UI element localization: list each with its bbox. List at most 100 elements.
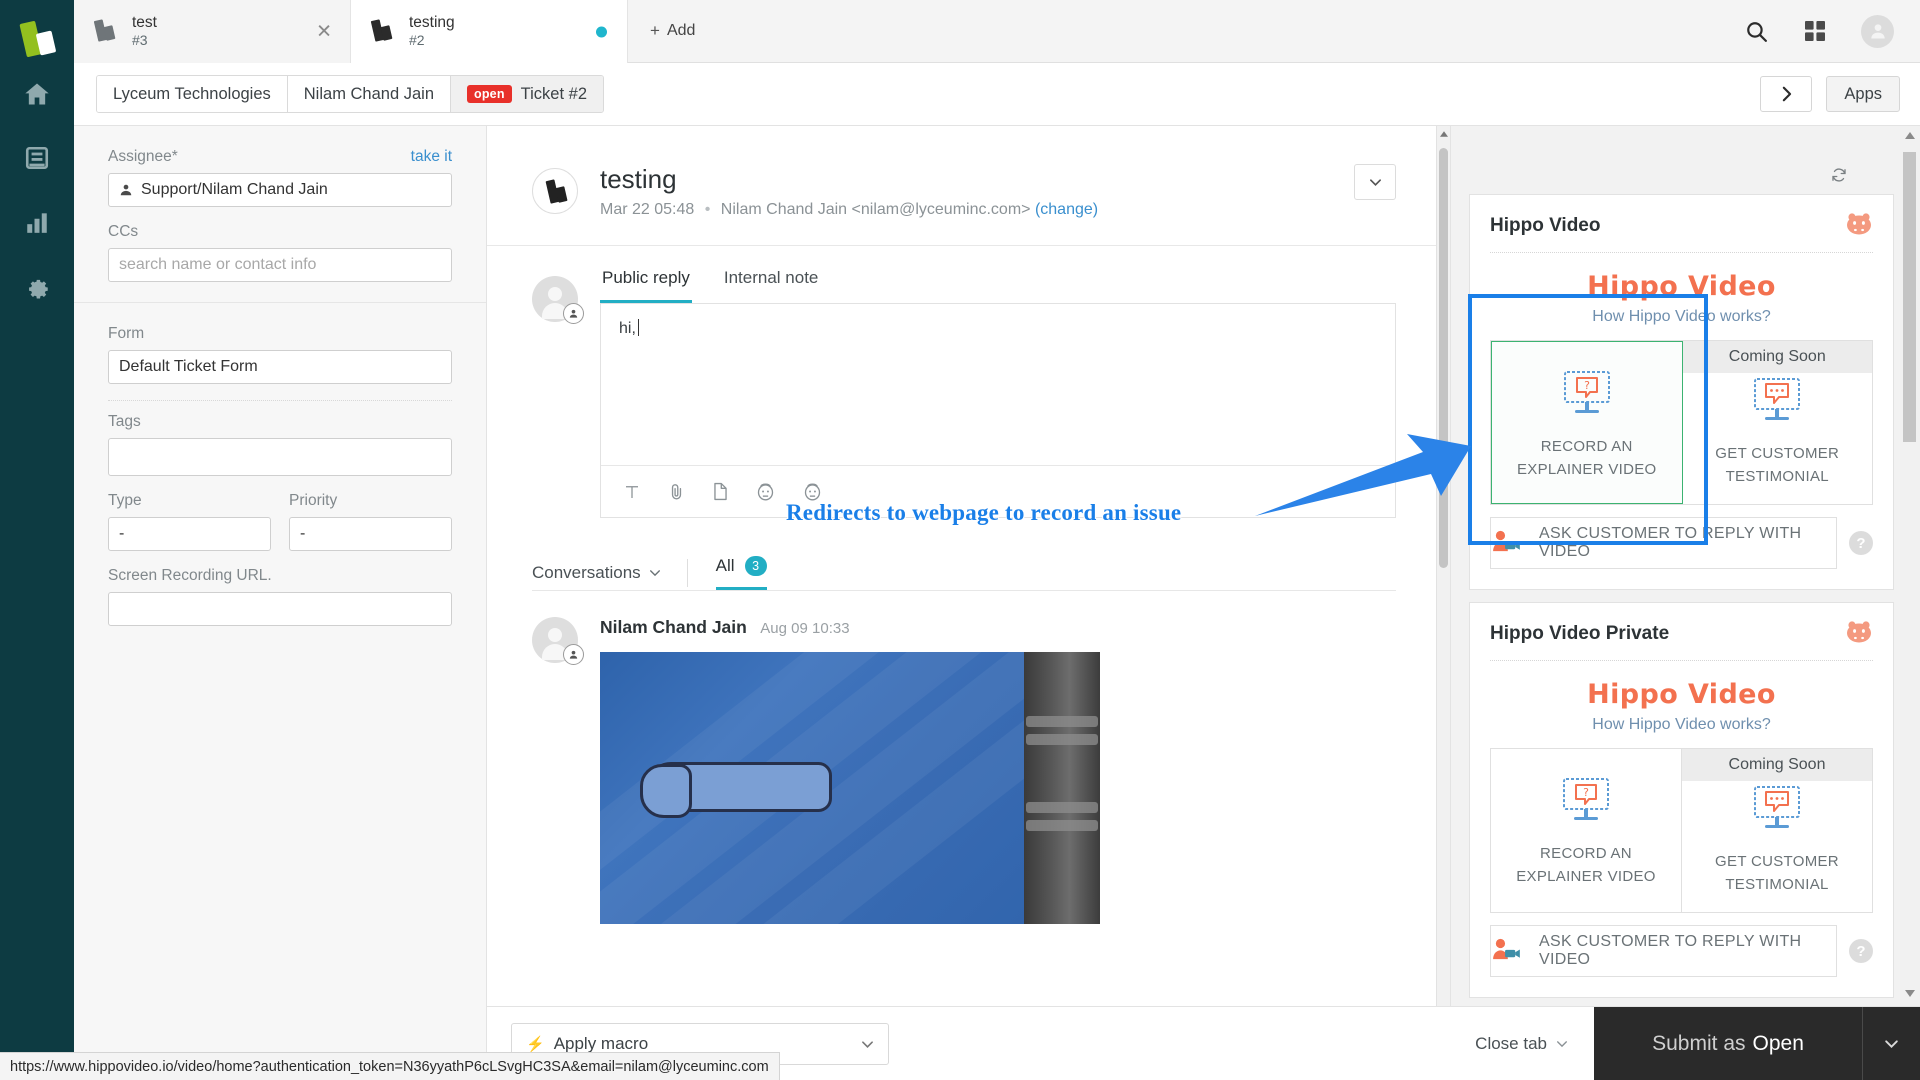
scroll-down-icon[interactable]	[1900, 984, 1920, 1002]
text-caret	[638, 319, 639, 336]
apply-macro-label: Apply macro	[554, 1034, 648, 1054]
rail-item-home[interactable]	[0, 64, 74, 128]
add-tab-button[interactable]: + Add	[628, 0, 717, 62]
assignee-value: Support/Nilam Chand Jain	[141, 181, 328, 199]
grid-icon[interactable]	[1803, 19, 1827, 43]
ticket-meta: Mar 22 05:48 • Nilam Chand Jain <nilam@l…	[600, 201, 1098, 219]
hippo-video-icon[interactable]	[755, 481, 776, 502]
text-format-icon[interactable]	[623, 483, 641, 501]
apps-list: Hippo Video Hippo Video How Hippo Video …	[1469, 160, 1894, 1006]
tile-get-customer-testimonial[interactable]: Coming Soon GET CUSTOMER TESTIMONIA	[1682, 749, 1872, 912]
message-timestamp: Aug 09 10:33	[760, 620, 849, 637]
ticket-icon	[369, 17, 399, 47]
close-tab-label: Close tab	[1475, 1034, 1547, 1054]
tab-testing[interactable]: testing #2	[351, 0, 628, 63]
browser-status-url: https://www.hippovideo.io/video/home?aut…	[0, 1052, 780, 1080]
bottom-bar-actions: Close tab Submit as Open	[1475, 1007, 1920, 1080]
rail-item-tickets[interactable]	[0, 128, 74, 192]
insert-file-icon[interactable]	[712, 482, 729, 501]
type-select[interactable]: -	[108, 517, 271, 551]
app-action-tiles: ? RECORD AN EXPLAINER VIDEO Coming Soon	[1490, 340, 1873, 505]
ticket-avatar-icon	[532, 168, 578, 214]
tab-all-conversations[interactable]: All 3	[716, 556, 767, 590]
chevron-down-icon	[1369, 178, 1382, 187]
tab-test[interactable]: test #3 ✕	[74, 0, 351, 63]
user-avatar-icon[interactable]	[1861, 15, 1894, 48]
refresh-icon[interactable]	[1830, 166, 1848, 189]
submit-group: Submit as Open	[1594, 1007, 1920, 1080]
chevron-right-icon	[1780, 86, 1793, 102]
avatar	[532, 617, 578, 663]
close-icon[interactable]: ✕	[316, 22, 332, 41]
form-select[interactable]: Default Ticket Form	[108, 350, 452, 384]
tile-record-explainer-video[interactable]: ? RECORD AN EXPLAINER VIDEO	[1491, 341, 1683, 504]
conversation-scrollbar[interactable]	[1436, 126, 1450, 1080]
screen-recording-url-input[interactable]	[108, 592, 452, 626]
tab-public-reply[interactable]: Public reply	[600, 268, 692, 303]
attachment-icon[interactable]	[667, 482, 686, 501]
person-icon	[119, 183, 133, 197]
breadcrumb-contact[interactable]: Nilam Chand Jain	[288, 76, 451, 112]
ask-customer-reply-video-button[interactable]: ASK CUSTOMER TO REPLY WITH VIDEO	[1490, 925, 1837, 977]
apps-button[interactable]: Apps	[1826, 76, 1900, 112]
coming-soon-badge: Coming Soon	[1682, 749, 1872, 781]
message-header: Nilam Chand Jain Aug 09 10:33	[600, 617, 1100, 638]
tile-get-customer-testimonial[interactable]: Coming Soon GET CUSTOMER TESTIMONIA	[1683, 341, 1873, 504]
question-mark-icon[interactable]: ?	[1849, 531, 1873, 555]
apps-scrollbar[interactable]	[1900, 126, 1920, 1006]
tile-label-line1: GET CUSTOMER	[1691, 443, 1865, 466]
ask-customer-label: ASK CUSTOMER TO REPLY WITH VIDEO	[1539, 933, 1836, 969]
ticket-options-button[interactable]	[1354, 164, 1396, 200]
message-attachment-image[interactable]	[600, 652, 1100, 924]
priority-label: Priority	[289, 492, 452, 510]
search-icon[interactable]	[1744, 19, 1769, 44]
reply-text[interactable]: hi,	[601, 304, 1395, 353]
ticket-from: Nilam Chand Jain <nilam@lyceuminc.com>	[721, 201, 1031, 218]
divider	[687, 559, 688, 587]
assignee-label: Assignee*	[108, 148, 178, 166]
breadcrumb-actions: Apps	[1760, 76, 1900, 112]
scrollbar-thumb[interactable]	[1903, 152, 1916, 442]
ask-customer-reply-video-button[interactable]: ASK CUSTOMER TO REPLY WITH VIDEO	[1490, 517, 1837, 569]
app-title: Hippo Video Private	[1490, 623, 1669, 645]
app-root: test #3 ✕ testing #2 + Add	[0, 0, 1920, 1080]
ticket-conversation-panel: testing Mar 22 05:48 • Nilam Chand Jain …	[487, 126, 1450, 1080]
change-requester-link[interactable]: (change)	[1035, 201, 1098, 218]
hippo-video-private-icon[interactable]	[802, 481, 823, 502]
scroll-up-icon[interactable]	[1437, 126, 1450, 141]
ccs-input[interactable]: search name or contact info	[108, 248, 452, 282]
app-card-hippo-video: Hippo Video Hippo Video How Hippo Video …	[1469, 194, 1894, 590]
submit-prefix: Submit as	[1652, 1032, 1745, 1056]
priority-select[interactable]: -	[289, 517, 452, 551]
message-author: Nilam Chand Jain	[600, 617, 747, 637]
rail-item-settings[interactable]	[0, 256, 74, 320]
tile-label-line1: RECORD AN	[1500, 436, 1674, 459]
coming-soon-badge: Coming Soon	[1683, 341, 1873, 373]
rail-item-reports[interactable]	[0, 192, 74, 256]
chevron-down-icon	[861, 1034, 874, 1054]
submit-button[interactable]: Submit as Open	[1594, 1007, 1862, 1080]
take-it-link[interactable]: take it	[411, 148, 452, 166]
tab-subtitle: #3	[132, 32, 157, 50]
breadcrumb-org[interactable]: Lyceum Technologies	[97, 76, 288, 112]
how-it-works-link[interactable]: How Hippo Video works?	[1490, 308, 1873, 326]
tags-input[interactable]	[108, 438, 452, 476]
breadcrumb-ticket[interactable]: open Ticket #2	[451, 76, 603, 112]
next-ticket-button[interactable]	[1760, 76, 1812, 112]
hippo-logo-icon	[1845, 619, 1873, 648]
tile-record-explainer-video[interactable]: ? RECORD AN EXPLAINER VIDEO	[1491, 749, 1682, 912]
how-it-works-link[interactable]: How Hippo Video works?	[1490, 716, 1873, 734]
chevron-down-icon	[649, 569, 661, 577]
assignee-section: Assignee* take it Support/Nilam Chand Ja…	[74, 126, 486, 303]
scroll-up-icon[interactable]	[1900, 126, 1920, 144]
close-tab-button[interactable]: Close tab	[1475, 1034, 1568, 1054]
question-mark-icon[interactable]: ?	[1849, 939, 1873, 963]
person-video-icon	[1491, 529, 1521, 558]
tile-label-line1: GET CUSTOMER	[1690, 851, 1864, 874]
submit-options-button[interactable]	[1862, 1007, 1920, 1080]
svg-text:?: ?	[1583, 786, 1589, 799]
assignee-input[interactable]: Support/Nilam Chand Jain	[108, 173, 452, 207]
tab-internal-note[interactable]: Internal note	[722, 268, 821, 303]
app-logo	[13, 16, 61, 64]
conversations-dropdown[interactable]: Conversations	[532, 563, 661, 583]
